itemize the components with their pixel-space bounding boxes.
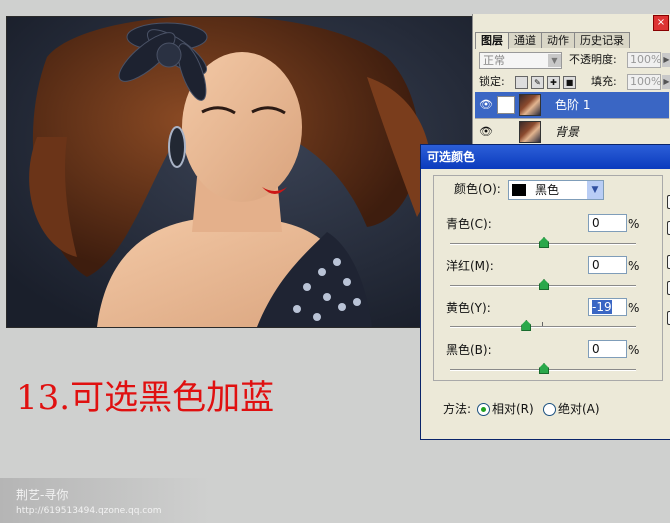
layer-row-levels[interactable]: 👁 ✎ 色阶 1: [475, 92, 669, 119]
opacity-arrow-icon[interactable]: ▶: [662, 53, 670, 67]
lock-row: 锁定: ✎ ✚ ■ 填充: 100% ▶: [479, 74, 670, 94]
portrait-image: [7, 17, 472, 327]
watermark-name: 荆艺-寻你: [16, 488, 69, 502]
lock-move-icon[interactable]: ✚: [547, 76, 560, 89]
selective-color-dialog: 可选颜色 颜色(O): 黑色 ▼ 青色(C): 0 % 洋红(M): 0 % 黄…: [420, 144, 670, 440]
blend-mode-value: 正常: [483, 54, 505, 67]
yellow-input[interactable]: -19: [588, 298, 627, 316]
lock-transparency-icon[interactable]: [515, 76, 528, 89]
fill-label: 填充:: [591, 75, 617, 88]
lock-label: 锁定:: [479, 75, 505, 88]
yellow-slider-thumb[interactable]: [521, 320, 532, 331]
method-absolute-label[interactable]: 绝对(A): [558, 401, 600, 417]
cyan-label: 青色(C):: [446, 217, 492, 231]
eye-icon[interactable]: 👁: [479, 98, 493, 112]
yellow-unit: %: [628, 301, 640, 315]
blend-mode-select[interactable]: 正常 ▼: [479, 52, 562, 69]
tab-history[interactable]: 历史记录: [574, 32, 630, 48]
layers-panel: × 图层 通道 动作 历史记录 正常 ▼ 不透明度: 100% ▶ 锁定: ✎ …: [472, 14, 670, 164]
method-absolute-radio[interactable]: [543, 403, 556, 416]
panel-close-button[interactable]: ×: [653, 15, 669, 31]
colors-select[interactable]: 黑色 ▼: [508, 180, 604, 200]
colors-value: 黑色: [535, 183, 560, 197]
layer-name: 色阶 1: [555, 98, 591, 112]
method-relative-label[interactable]: 相对(R): [492, 401, 534, 417]
tab-layers[interactable]: 图层: [475, 32, 509, 49]
opacity-label: 不透明度:: [569, 53, 617, 66]
tab-actions[interactable]: 动作: [541, 32, 575, 48]
opacity-field[interactable]: 100%: [627, 52, 661, 68]
magenta-value: 0: [592, 258, 600, 272]
method-label: 方法:: [443, 402, 472, 416]
panel-tabs: 图层 通道 动作 历史记录: [475, 32, 630, 49]
photo-canvas: [6, 16, 473, 328]
black-slider-thumb[interactable]: [539, 363, 549, 374]
method-relative-radio[interactable]: [477, 403, 490, 416]
color-adjust-group: 颜色(O): 黑色 ▼ 青色(C): 0 % 洋红(M): 0 % 黄色(Y):…: [433, 175, 663, 381]
brush-icon: ✎: [497, 96, 515, 114]
magenta-label: 洋红(M):: [446, 259, 494, 273]
watermark: 荆艺-寻你 http://619513494.qzone.qq.com: [0, 478, 210, 523]
black-input[interactable]: 0: [588, 340, 627, 358]
magenta-slider-thumb[interactable]: [539, 279, 549, 290]
dialog-title: 可选颜色: [421, 145, 670, 169]
cyan-unit: %: [628, 217, 640, 231]
cyan-input[interactable]: 0: [588, 214, 627, 232]
black-value: 0: [592, 342, 600, 356]
black-label: 黑色(B):: [446, 343, 492, 357]
lock-all-icon[interactable]: ■: [563, 76, 576, 89]
layer-name: 背景: [555, 125, 580, 139]
watermark-url: http://619513494.qzone.qq.com: [16, 506, 162, 516]
layer-thumbnail: [519, 121, 541, 143]
black-unit: %: [628, 343, 640, 357]
yellow-zero-tick: [542, 322, 543, 326]
layer-thumbnail: [519, 94, 541, 116]
magenta-input[interactable]: 0: [588, 256, 627, 274]
eye-icon[interactable]: 👁: [479, 125, 493, 139]
cyan-value: 0: [592, 216, 600, 230]
tab-channels[interactable]: 通道: [508, 32, 542, 48]
yellow-value: -19: [592, 300, 612, 314]
fill-arrow-icon[interactable]: ▶: [662, 75, 670, 89]
yellow-slider-track[interactable]: [450, 326, 636, 328]
lock-brush-icon[interactable]: ✎: [531, 76, 544, 89]
chevron-down-icon: ▼: [548, 54, 561, 67]
colors-label: 颜色(O):: [454, 182, 501, 196]
step-caption: 13.可选黑色加蓝: [16, 378, 275, 418]
fill-field[interactable]: 100%: [627, 74, 661, 90]
chevron-down-icon: ▼: [587, 181, 603, 199]
cyan-slider-thumb[interactable]: [539, 237, 549, 248]
magenta-unit: %: [628, 259, 640, 273]
layer-row-background[interactable]: 👁 背景: [475, 119, 669, 146]
blend-row: 正常 ▼ 不透明度: 100% ▶: [479, 52, 670, 72]
yellow-label: 黄色(Y):: [446, 301, 491, 315]
color-swatch: [512, 184, 526, 196]
